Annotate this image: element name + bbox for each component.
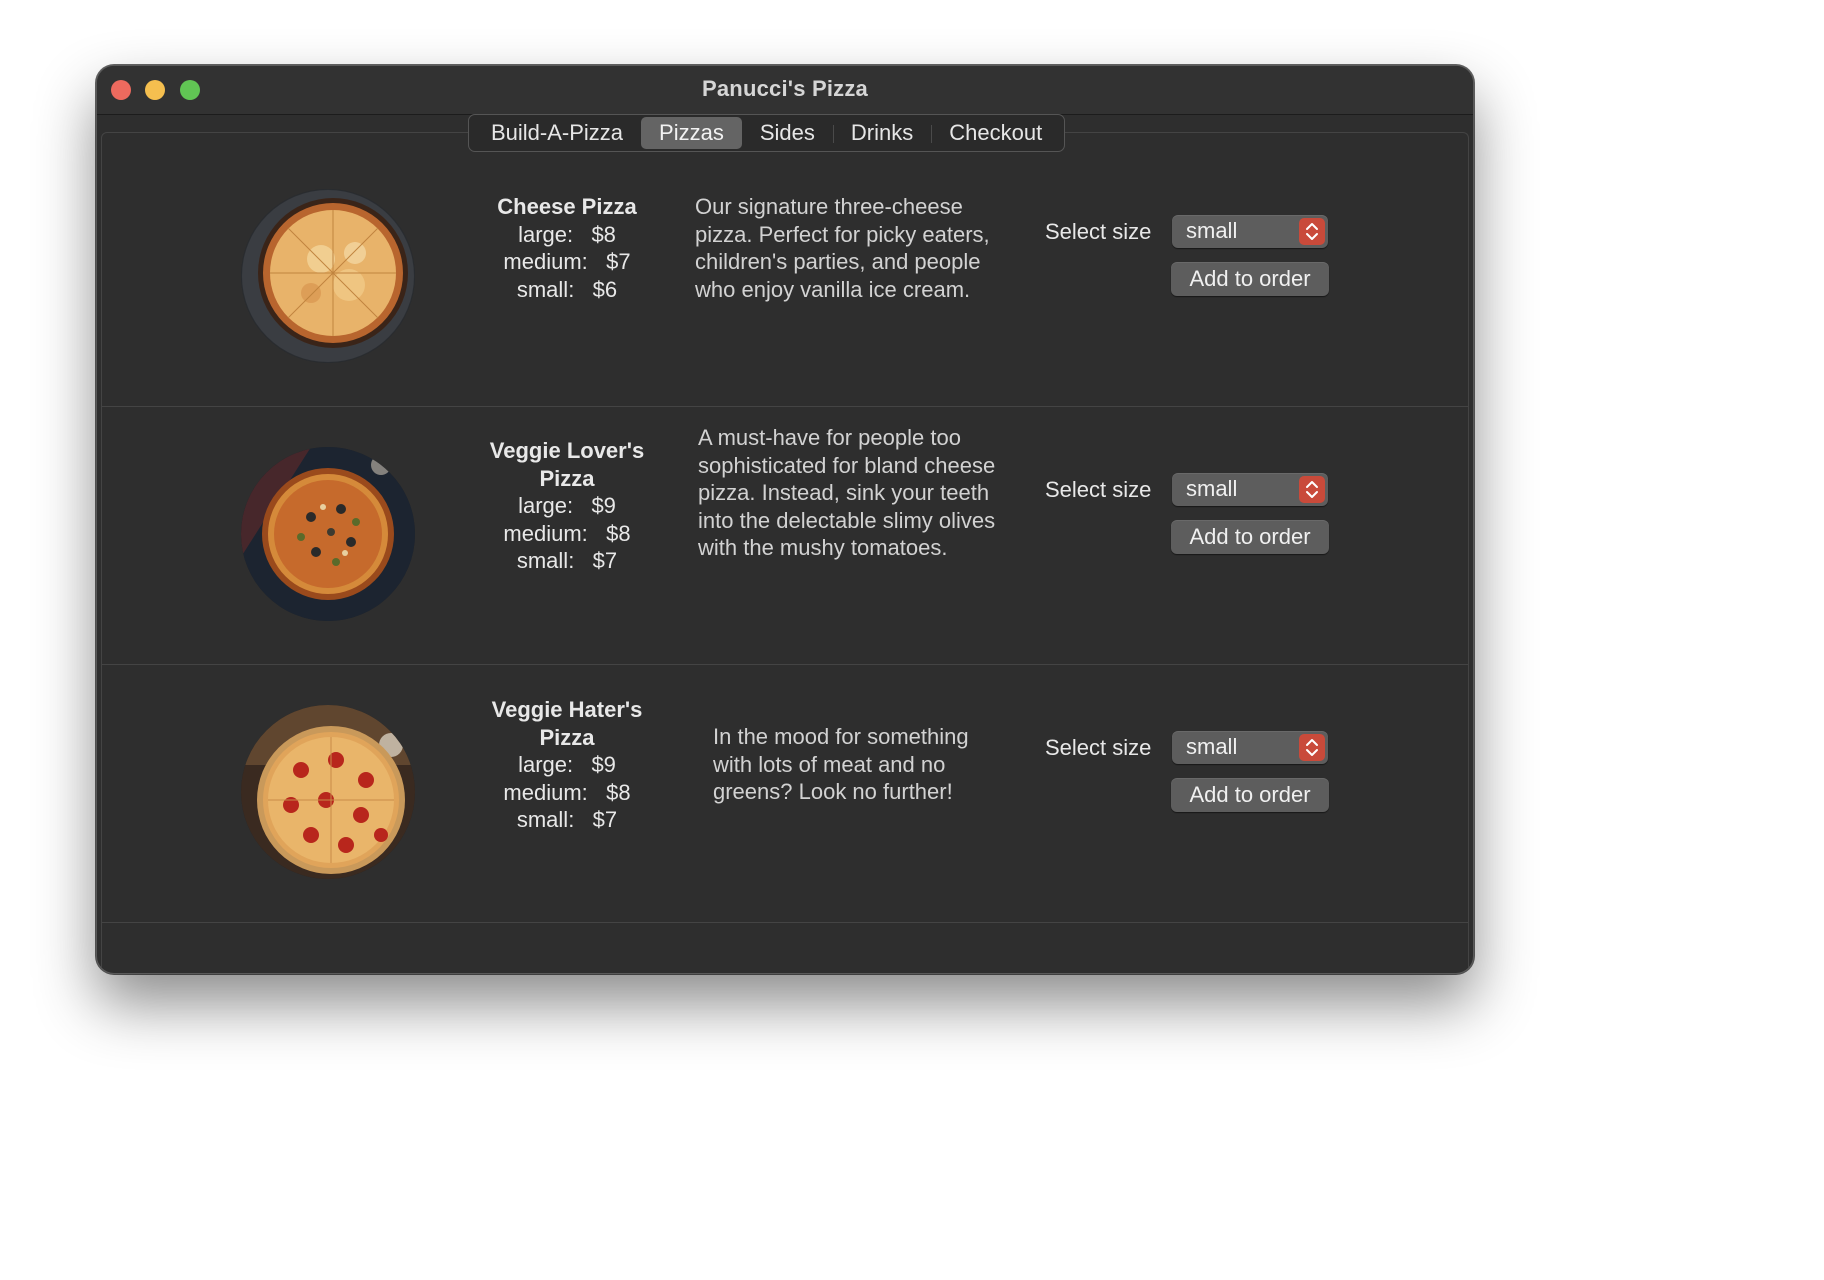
price-medium: medium: $8: [503, 520, 631, 546]
pizza-row-cheese: Cheese Pizza large: $8 medium: $7 small:…: [102, 149, 1468, 407]
tab-drinks[interactable]: Drinks: [832, 117, 931, 149]
pizza-info: Cheese Pizza large: $8 medium: $7 small:…: [462, 193, 672, 303]
pizza-name: Veggie Lover's Pizza: [489, 438, 645, 491]
price-large: large: $9: [518, 493, 616, 518]
veggie-hater-pizza-image: [241, 705, 415, 879]
price-medium: medium: $8: [503, 779, 631, 805]
chevron-up-down-icon: [1299, 476, 1325, 503]
size-select-value: small: [1186, 476, 1238, 501]
chevron-up-down-icon: [1299, 218, 1325, 245]
app-window: Panucci's Pizza Build-A-Pizza Pizzas Sid…: [96, 65, 1474, 974]
tab-build-a-pizza[interactable]: Build-A-Pizza: [473, 117, 641, 149]
pizza-info: Veggie Lover's Pizza large: $9 medium: $…: [462, 437, 672, 575]
cheese-pizza-image: [241, 189, 415, 363]
select-size-label: Select size: [1045, 477, 1152, 502]
pizza-info: Veggie Hater's Pizza large: $9 medium: $…: [462, 696, 672, 834]
pizza-description: A must-have for people too sophisticated…: [698, 425, 996, 560]
tab-pizzas[interactable]: Pizzas: [641, 117, 742, 149]
window-title: Panucci's Pizza: [702, 76, 868, 101]
title-bar[interactable]: Panucci's Pizza: [97, 66, 1473, 115]
size-select-value: small: [1186, 734, 1238, 759]
pizza-name: Cheese Pizza: [497, 194, 637, 219]
add-to-order-button[interactable]: Add to order: [1171, 778, 1329, 812]
price-medium: medium: $7: [503, 249, 631, 274]
add-to-order-button[interactable]: Add to order: [1171, 520, 1329, 554]
pizza-description: In the mood for something with lots of m…: [713, 724, 969, 804]
size-select[interactable]: small: [1172, 731, 1328, 764]
price-small: small: $6: [516, 276, 618, 302]
size-select[interactable]: small: [1172, 215, 1328, 248]
size-select[interactable]: small: [1172, 473, 1328, 506]
pizza-description: Our signature three-cheese pizza. Perfec…: [695, 194, 990, 302]
price-small: small: $7: [516, 548, 618, 573]
tab-checkout[interactable]: Checkout: [931, 117, 1060, 149]
veggie-lover-pizza-image: [241, 447, 415, 621]
tab-sides[interactable]: Sides: [742, 117, 833, 149]
pizza-list: Cheese Pizza large: $8 medium: $7 small:…: [102, 149, 1468, 923]
price-small: small: $7: [516, 807, 618, 832]
select-size-label: Select size: [1045, 735, 1152, 760]
chevron-up-down-icon: [1299, 734, 1325, 761]
pizza-name: Veggie Hater's Pizza: [491, 697, 643, 750]
price-large: large: $8: [518, 221, 616, 247]
size-select-value: small: [1186, 218, 1238, 243]
add-to-order-button[interactable]: Add to order: [1171, 262, 1329, 296]
pizza-row-veggie-lover: Veggie Lover's Pizza large: $9 medium: $…: [102, 407, 1468, 665]
pizza-row-veggie-hater: Veggie Hater's Pizza large: $9 medium: $…: [102, 665, 1468, 923]
select-size-label: Select size: [1045, 219, 1152, 244]
tab-bar: Build-A-Pizza Pizzas Sides Drinks Checko…: [468, 114, 1066, 152]
price-large: large: $9: [518, 752, 616, 777]
